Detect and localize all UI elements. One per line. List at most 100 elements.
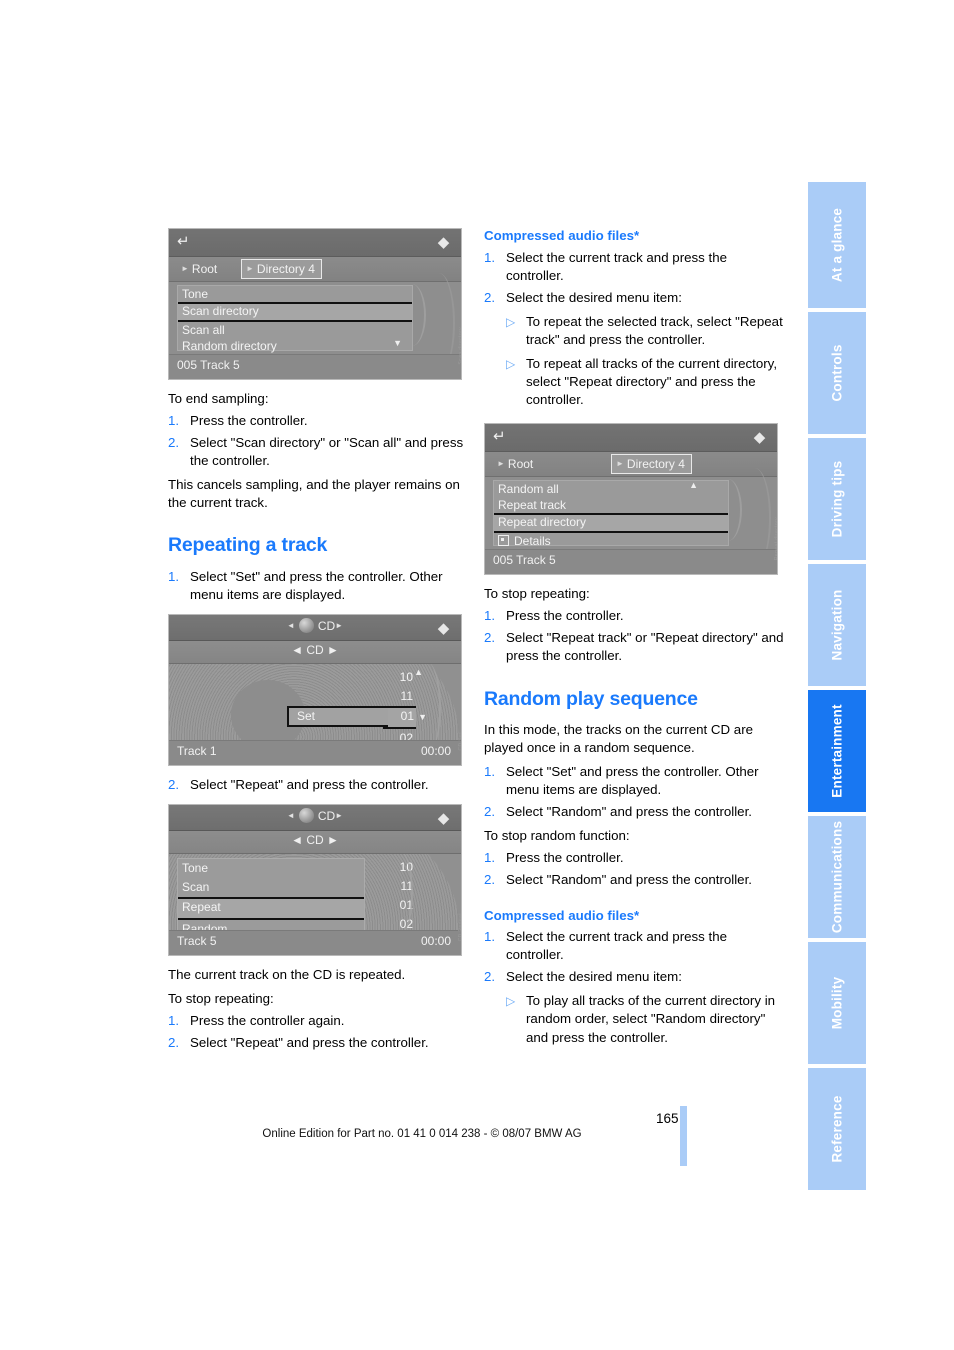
triangle-bullet-icon: ▷ [506, 357, 516, 371]
screenshot-title: CD [317, 619, 336, 634]
screenshot-scroll-curve [398, 284, 426, 346]
step-number: 2. [168, 435, 180, 451]
list-item: 2. Select "Repeat" and press the control… [168, 776, 468, 794]
screenshot-source-bar: ◄ CD ► [169, 831, 461, 855]
triangle-bullet-icon: ▷ [506, 994, 516, 1009]
list-item: 1. Select the current track and press th… [484, 928, 784, 964]
list-item: 1. Press the controller. [484, 607, 784, 625]
subheading-compressed-audio-2: Compressed audio files* [484, 907, 640, 923]
status-track-label: 005 Track 5 [177, 358, 240, 372]
compressed-steps-2: 1. Select the current track and press th… [484, 928, 784, 986]
set-label: Set [297, 709, 316, 724]
sidebar-tab-label: At a glance [829, 207, 845, 283]
subheading-compressed-audio-1: Compressed audio files* [484, 228, 640, 243]
screenshot-status-bar: Track 1 00:00 [169, 740, 461, 766]
list-item: 1. Select "Set" and press the controller… [484, 763, 784, 799]
step-text: Select "Repeat" and press the controller… [190, 1035, 429, 1051]
status-time-label: 00:00 [420, 744, 451, 759]
screenshot-source-row: ◄ CD ► [291, 643, 339, 658]
idrive-screenshot-cd-repeat: ◄ CD► ◆ ◄ CD ► Tone Scan Repeat Random 10 [168, 804, 462, 957]
stop-repeating-heading-left: To stop repeating: [168, 991, 274, 1007]
step-number: 2. [168, 1035, 180, 1051]
screenshot-title: CD [317, 809, 336, 824]
step-text: Select the current track and press the c… [506, 929, 727, 963]
step-text: Select "Repeat track" or "Repeat directo… [506, 630, 784, 664]
track-number: 10 [399, 670, 413, 685]
screenshot-status-bar: Track 5 00:00 [169, 930, 461, 956]
compressed-steps-1: 1. Select the current track and press th… [484, 249, 784, 307]
list-item: 2. Select "Repeat" and press the control… [168, 1034, 468, 1052]
screenshot-body: 10 11 01 02 ▲ ▼ Set [169, 664, 461, 742]
stop-random-heading: To stop random function: [484, 828, 630, 844]
screenshot-scroll-curve [385, 854, 413, 932]
status-track-label: Track 5 [177, 934, 217, 949]
status-track-label: Track 1 [177, 744, 217, 759]
screenshot-breadcrumb-bar: ► Root ► Directory 4 [169, 257, 461, 282]
bullet-text: To repeat all tracks of the current dire… [526, 356, 778, 408]
step-number: 2. [168, 777, 180, 793]
triangle-bullet-icon: ▷ [506, 314, 516, 329]
breadcrumb-root-label: Root [507, 457, 534, 472]
step-number: 1. [484, 764, 496, 780]
step-number: 1. [484, 608, 496, 624]
sidebar-tab-communications[interactable]: Communications [808, 816, 866, 938]
step-number: 1. [484, 249, 496, 265]
sidebar-tab-at-a-glance[interactable]: At a glance [808, 182, 866, 308]
list-item: 1. Press the controller. [484, 849, 784, 867]
breadcrumb-root: ► Root [181, 262, 218, 276]
list-item: 1. Select "Set" and press the controller… [168, 568, 468, 604]
repeating-steps-second: 2. Select "Repeat" and press the control… [168, 776, 468, 794]
random-steps: 1. Select "Set" and press the controller… [484, 763, 784, 821]
step-text: Select the desired menu item: [506, 289, 682, 305]
page-section-heading-repeating: Repeating a track [168, 534, 328, 557]
menu-item: Scan [182, 880, 210, 895]
track-number: 11 [400, 689, 413, 704]
back-arrow-icon: ↵ [493, 428, 506, 446]
screenshot-source-bar: ◄ CD ► [169, 641, 461, 665]
chevron-up-icon: ▲ [689, 480, 698, 491]
sidebar-tab-controls[interactable]: Controls [808, 312, 866, 434]
screenshot-top-bar: ↵ ◆ [485, 424, 777, 453]
controller-icon: ◆ [753, 429, 766, 447]
breadcrumb-root: ► Root [497, 457, 534, 472]
menu-item-details: Details [494, 533, 728, 549]
page-number: 165 [656, 1111, 679, 1126]
screenshot-body: Tone Scan Repeat Random 10 11 01 02 [169, 854, 461, 932]
screenshot-scroll-curve [714, 479, 742, 542]
screenshot-source: CD [306, 643, 324, 658]
menu-item: Random directory [182, 339, 277, 353]
status-time-label: 00:00 [420, 934, 451, 949]
step-text: Press the controller. [506, 850, 624, 866]
screenshot-top-bar: ↵ ◆ [169, 229, 461, 257]
list-item: ▷ To repeat all tracks of the current di… [506, 355, 784, 409]
footer-imprint: Online Edition for Part no. 01 41 0 014 … [262, 1128, 582, 1140]
bullet-text: To play all tracks of the current direct… [526, 993, 776, 1045]
stop-random-steps: 1. Press the controller. 2. Select "Rand… [484, 849, 784, 889]
list-item: 2. Select the desired menu item: [484, 289, 784, 307]
screenshot-watermark: Repeat directory [774, 517, 778, 561]
set-menu-item: Set [287, 706, 388, 728]
step-number: 1. [484, 850, 496, 866]
compressed-bullets-2: ▷ To play all tracks of the current dire… [484, 992, 784, 1046]
screenshot-menu-pane: Tone Scan directory Scan all Random dire… [177, 284, 426, 353]
menu-item: Repeat track [498, 498, 567, 513]
sidebar-tab-mobility[interactable]: Mobility [808, 942, 866, 1064]
menu-item-highlighted: Scan directory [178, 302, 412, 322]
sidebar-tab-navigation[interactable]: Navigation [808, 564, 866, 686]
repeated-note: The current track on the CD is repeated. [168, 967, 406, 983]
list-item: 1. Press the controller. [168, 412, 468, 430]
breadcrumb-current: ► Directory 4 [241, 259, 322, 279]
stop-repeating-steps-left: 1. Press the controller again. 2. Select… [168, 1012, 468, 1052]
menu-item-highlighted: Repeat directory [494, 513, 728, 534]
sidebar-tab-label: Mobility [829, 976, 845, 1030]
list-item: ▷ To play all tracks of the current dire… [506, 992, 784, 1046]
page-section-heading-random: Random play sequence [484, 687, 698, 710]
bullet-text: To repeat the selected track, select "Re… [526, 313, 783, 347]
idrive-screenshot-scan-directory: ↵ ◆ ► Root ► Directory 4 Tone Scan directo… [168, 228, 462, 380]
repeating-steps-first: 1. Select "Set" and press the controller… [168, 568, 468, 604]
step-text: Select "Repeat" and press the controller… [190, 777, 429, 793]
sidebar-tab-label: Navigation [829, 589, 845, 661]
sidebar-tab-entertainment[interactable]: Entertainment [808, 690, 866, 812]
sidebar-tab-driving-tips[interactable]: Driving tips [808, 438, 866, 560]
cd-disc-icon [298, 618, 314, 634]
